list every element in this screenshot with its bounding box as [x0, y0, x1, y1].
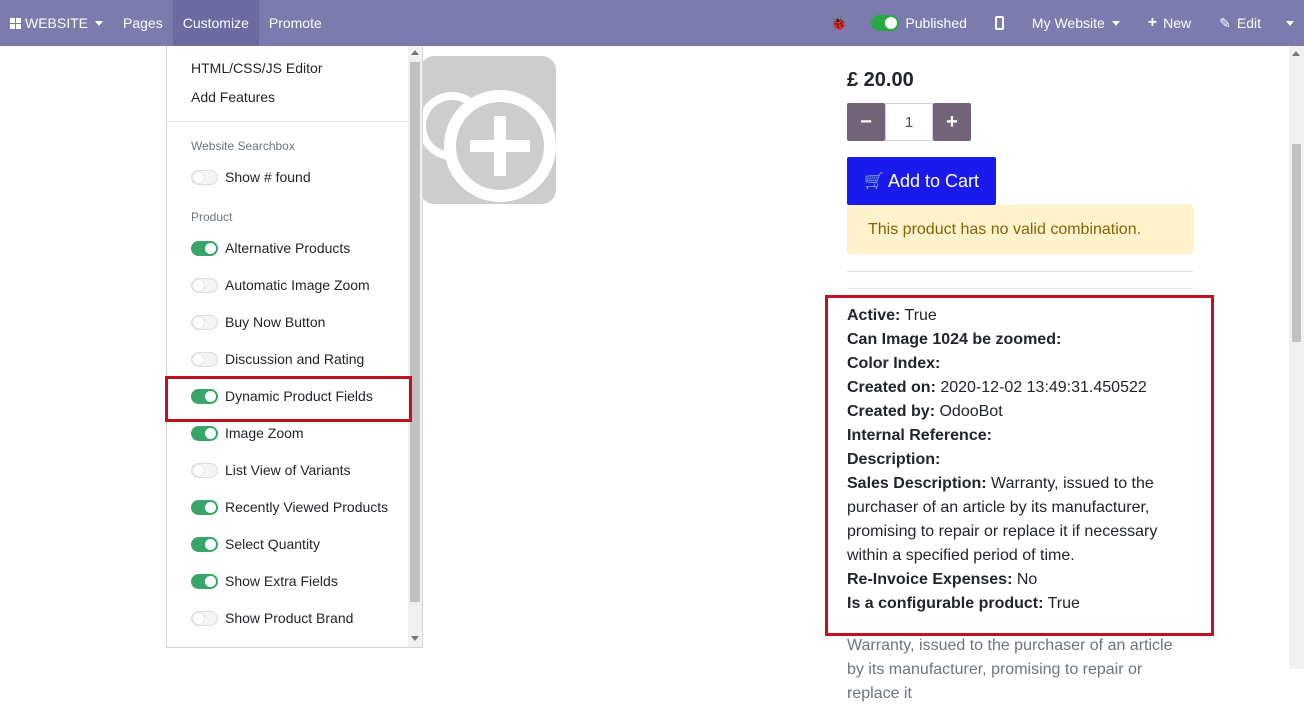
option-alternative-products[interactable]: Alternative Products — [191, 240, 350, 256]
highlight-box-dynamic-product-fields — [165, 376, 412, 422]
caret-down-icon — [1286, 20, 1294, 26]
my-website-label: My Website — [1031, 15, 1105, 31]
menu-divider — [167, 121, 409, 122]
toggle-off-icon — [191, 351, 218, 367]
option-recently-viewed-products[interactable]: Recently Viewed Products — [191, 499, 388, 515]
option-label: List View of Variants — [225, 462, 351, 478]
toggle-on-icon — [191, 499, 218, 515]
scroll-up-arrow-icon[interactable] — [411, 50, 419, 55]
add-to-cart-button[interactable]: 🛒 Add to Cart — [847, 157, 996, 205]
toggle-off-icon — [191, 462, 218, 478]
option-label: Recently Viewed Products — [225, 499, 389, 515]
option-label: Alternative Products — [225, 240, 351, 256]
pencil-icon: ✎ — [1219, 14, 1231, 31]
shopping-cart-icon: 🛒 — [864, 173, 884, 190]
user-menu-toggle[interactable] — [1279, 0, 1304, 46]
add-features-link[interactable]: Add Features — [191, 89, 275, 105]
option-label: Show # found — [225, 169, 311, 185]
caret-down-icon — [95, 20, 104, 26]
toggle-off-icon — [191, 169, 218, 185]
option-select-quantity[interactable]: Select Quantity — [191, 536, 320, 552]
customize-dropdown: HTML/CSS/JS Editor Add Features Website … — [166, 46, 423, 648]
edit-button[interactable]: ✎ Edit — [1209, 0, 1279, 46]
scrollbar-thumb[interactable] — [410, 62, 420, 602]
option-label: Discussion and Rating — [225, 351, 365, 367]
section-header-product: Product — [191, 210, 233, 224]
website-menu[interactable]: WEBSITE — [0, 0, 113, 46]
decrease-quantity-button[interactable]: − — [847, 103, 885, 141]
toggle-off-icon — [191, 277, 218, 293]
section-header-website-searchbox: Website Searchbox — [191, 139, 295, 153]
bug-icon: 🐞 — [829, 14, 848, 31]
toggle-off-icon — [191, 610, 218, 626]
product-price: £ 20.00 — [847, 69, 914, 91]
dropdown-scrollbar[interactable] — [408, 46, 422, 647]
product-description: Warranty, issued to the purchaser of an … — [847, 637, 1173, 702]
divider — [847, 288, 1193, 289]
option-label: Automatic Image Zoom — [225, 277, 370, 293]
option-label: Select Quantity — [225, 536, 320, 552]
page-scrollbar-thumb[interactable] — [1292, 144, 1301, 342]
option-discussion-and-rating[interactable]: Discussion and Rating — [191, 351, 364, 367]
caret-down-icon — [1111, 20, 1120, 26]
option-show-extra-fields[interactable]: Show Extra Fields — [191, 573, 338, 589]
pages-menu[interactable]: Pages — [113, 0, 173, 46]
my-website-menu[interactable]: My Website — [1022, 0, 1138, 46]
option-label: Show Extra Fields — [225, 573, 338, 589]
scroll-down-arrow-icon[interactable] — [411, 636, 419, 641]
quantity-input[interactable]: 1 — [885, 103, 933, 141]
mobile-icon — [994, 16, 1004, 30]
option-show-found[interactable]: Show # found — [191, 169, 311, 185]
option-show-product-brand[interactable]: Show Product Brand — [191, 610, 353, 626]
option-label: Show Product Brand — [225, 610, 354, 626]
customize-menu[interactable]: Customize — [172, 0, 259, 46]
new-label: New — [1163, 15, 1192, 31]
debug-button[interactable]: 🐞 — [820, 0, 861, 46]
toggle-on-icon — [191, 425, 218, 441]
highlight-box-product-fields — [825, 295, 1214, 636]
edit-label: Edit — [1236, 15, 1261, 31]
top-navbar: WEBSITE Pages Customize Promote 🐞 Publis… — [0, 0, 1304, 46]
website-menu-label: WEBSITE — [25, 15, 89, 31]
add-to-cart-label: Add to Cart — [887, 170, 979, 191]
option-automatic-image-zoom[interactable]: Automatic Image Zoom — [191, 277, 370, 293]
option-buy-now-button[interactable]: Buy Now Button — [191, 314, 325, 330]
increase-quantity-button[interactable]: + — [933, 103, 971, 141]
plus-icon: + — [1147, 14, 1158, 31]
option-list-view-of-variants[interactable]: List View of Variants — [191, 462, 351, 478]
toggle-on-icon — [871, 15, 900, 31]
promote-menu[interactable]: Promote — [259, 0, 332, 46]
quantity-stepper: − 1 + — [847, 103, 971, 141]
invalid-combination-alert: This product has no valid combination. — [847, 205, 1193, 254]
option-label: Buy Now Button — [225, 314, 326, 330]
image-placeholder-icon — [420, 56, 556, 204]
mobile-preview-button[interactable] — [985, 0, 1022, 46]
toggle-off-icon — [191, 314, 218, 330]
scroll-up-arrow-icon[interactable] — [1292, 51, 1300, 56]
toggle-on-icon — [191, 573, 218, 589]
new-button[interactable]: + New — [1138, 0, 1209, 46]
option-label: Image Zoom — [225, 425, 304, 441]
toggle-on-icon — [191, 536, 218, 552]
option-image-zoom[interactable]: Image Zoom — [191, 425, 304, 441]
apps-grid-icon — [10, 17, 21, 29]
published-label: Published — [905, 15, 967, 31]
toggle-on-icon — [191, 240, 218, 256]
html-css-js-editor-link[interactable]: HTML/CSS/JS Editor — [191, 60, 322, 76]
published-toggle[interactable]: Published — [861, 0, 985, 46]
divider — [847, 271, 1193, 272]
page-scrollbar[interactable] — [1289, 46, 1304, 669]
